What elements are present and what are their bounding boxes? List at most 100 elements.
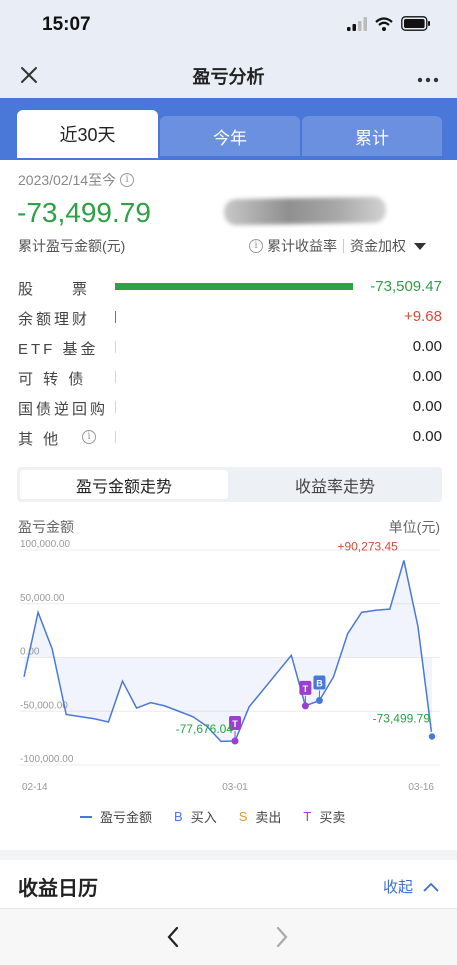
asset-label: 股 票 [18,281,91,298]
data-point [276,672,278,674]
legend-item: B 买入 [174,807,217,826]
info-icon[interactable]: i [120,173,135,187]
data-point [248,706,250,708]
trend-toggle: 盈亏金额走势 收益率走势 [17,467,442,502]
collapse-button[interactable]: 收起 [383,876,439,897]
data-point [37,612,39,614]
forward-icon[interactable] [274,925,290,949]
legend-item: T 买卖 [303,807,345,826]
legend-label: 买卖 [319,810,346,825]
status-bar: 15:07 [0,0,457,50]
nav-bar: 盈亏分析 [0,50,457,98]
chevron-up-icon [423,882,439,892]
x-tick-label: 03-16 [408,782,434,793]
redacted-block [223,196,387,226]
legend-symbol: B [174,809,183,824]
battery-icon [401,16,430,31]
return-rate-selector[interactable]: i 累计收益率 资金加权 [249,236,426,256]
more-button[interactable] [417,64,439,90]
data-point [178,710,180,712]
data-point [375,609,377,611]
asset-bar [115,311,116,323]
data-point [361,612,363,614]
weighting-label: 资金加权 [350,238,406,254]
asset-bar [115,283,353,290]
wifi-icon [375,16,393,31]
legend-label: 卖出 [255,810,282,825]
page-title: 盈亏分析 [192,67,265,87]
x-tick-label: 02-14 [22,782,48,793]
trade-marker-dot [315,697,323,704]
chart-unit: 单位(元) [388,519,440,535]
tab-amount-trend[interactable]: 盈亏金额走势 [20,470,228,499]
trade-marker-label: T [232,719,238,729]
tab-30-days[interactable]: 近30天 [17,110,158,158]
asset-label: ETF 基金 [18,341,99,358]
date-range: 2023/02/14至今 i [18,170,135,190]
asset-bar [115,401,116,413]
tab-cumulative[interactable]: 累计 [302,116,442,156]
series-area [24,560,432,742]
data-point [262,689,264,691]
legend-line-icon [80,815,92,818]
section-divider [0,850,457,860]
asset-label: 可 转 债 [18,371,87,388]
data-point [51,648,53,650]
data-point [403,560,405,562]
date-range-text: 2023/02/14至今 [18,172,117,188]
signal-icon [347,16,367,31]
annotation-label: +90,273.45 [337,540,398,553]
annotation-label: -73,499.79 [373,712,431,726]
asset-row: 国债逆回购 0.00 [18,396,442,418]
legend-symbol: T [303,809,312,824]
asset-value: 0.00 [412,368,442,385]
y-tick-label: 50,000.00 [20,593,65,604]
data-point [108,721,110,723]
legend-label: 买入 [190,810,217,825]
data-point [122,680,124,682]
asset-bar [115,341,116,353]
data-point [65,714,67,716]
data-point [347,633,349,635]
data-point [79,716,81,718]
legend-item: S 卖出 [239,807,282,826]
back-icon[interactable] [165,925,181,949]
data-point [23,676,25,678]
tab-rate-trend[interactable]: 收益率走势 [231,470,439,499]
data-point [389,608,391,610]
total-profit-value: -73,499.79 [17,197,151,228]
asset-label: 国债逆回购 [18,401,109,418]
asset-bar [115,371,116,383]
separator [343,239,344,253]
trade-marker-label: B [316,679,323,689]
data-point [94,718,96,720]
data-point [164,705,166,707]
annotation-label: -77,676.04 [176,722,234,736]
profit-line-chart[interactable]: 100,000.0050,000.000.00-50,000.00-100,00… [0,540,457,800]
info-icon[interactable]: i [249,239,263,253]
trade-marker-dot [231,737,239,745]
chevron-down-icon [414,242,426,250]
status-time: 15:07 [42,14,91,35]
asset-row: 余额理财 +9.68 [18,306,442,328]
y-tick-label: 100,000.00 [20,540,70,550]
y-tick-label: -50,000.00 [20,700,68,711]
asset-row: 股 票 -73,509.47 [18,276,442,298]
trade-marker-dot [301,702,309,710]
chart-ylabel: 盈亏金额 [18,519,74,535]
collapse-label: 收起 [382,879,413,896]
data-point [150,702,152,704]
calendar-title: 收益日历 [18,878,98,900]
tab-this-year[interactable]: 今年 [160,116,300,156]
return-rate-label: 累计收益率 [267,238,337,254]
more-icon [417,77,439,83]
info-icon[interactable]: i [82,430,96,444]
asset-value: +9.68 [404,308,442,325]
legend-item: 盈亏金额 [80,807,152,826]
period-tabs: 近30天 今年 累计 [0,98,457,160]
data-point [291,655,293,657]
x-tick-label: 03-01 [222,782,248,793]
status-icons [347,16,431,31]
asset-value: -73,509.47 [370,278,442,295]
asset-label: 其 他 [18,431,62,448]
